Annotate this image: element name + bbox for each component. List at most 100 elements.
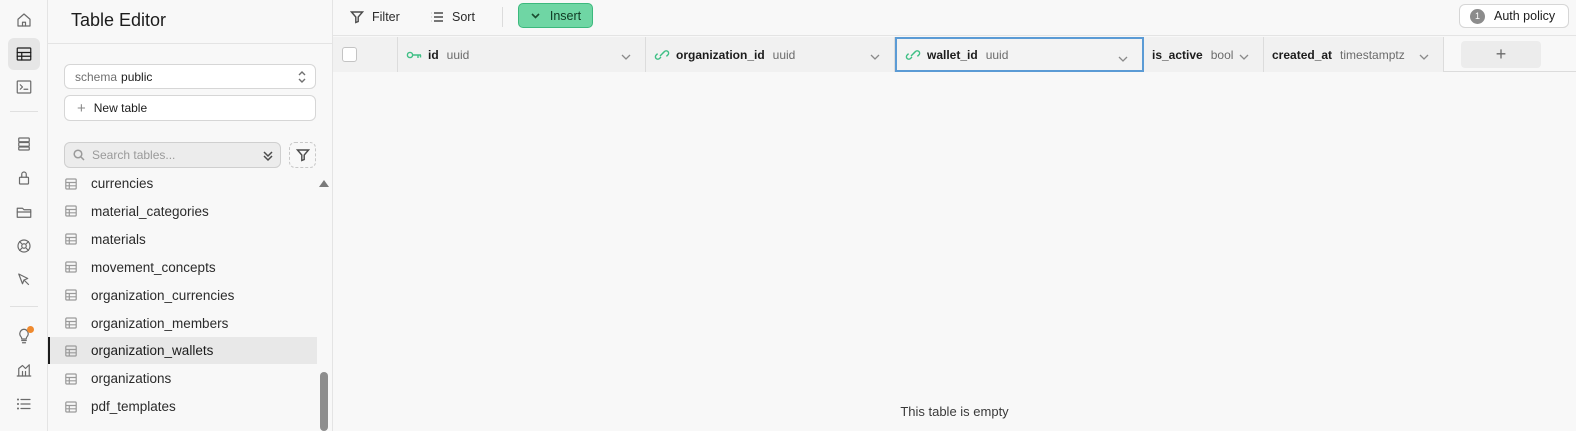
chevron-up-down-icon <box>296 70 308 84</box>
filter-icon <box>295 149 310 162</box>
plus-icon: + <box>77 99 86 117</box>
select-all-checkbox[interactable] <box>342 47 357 62</box>
schema-selector[interactable]: schema public <box>64 64 316 89</box>
rail-divider <box>10 111 38 112</box>
policy-count-badge: 1 <box>1470 8 1485 24</box>
table-icon <box>65 261 77 273</box>
auth-lock-icon[interactable] <box>8 162 40 194</box>
auth-policy-button[interactable]: 1 Auth policy <box>1459 4 1569 28</box>
sql-editor-icon[interactable] <box>8 71 40 103</box>
column-header-is-active[interactable]: is_active bool <box>1144 37 1264 72</box>
insert-label: Insert <box>549 8 582 23</box>
column-type: timestamptz <box>1340 47 1405 62</box>
column-name: id <box>428 47 439 62</box>
foreign-key-link-icon <box>905 48 921 62</box>
insert-button[interactable]: Insert <box>518 3 593 28</box>
schema-label: schema <box>75 69 118 84</box>
chevron-down-icon[interactable] <box>621 50 631 60</box>
home-icon[interactable] <box>8 4 40 36</box>
sidebar-table-item[interactable]: materials <box>48 226 317 253</box>
table-icon <box>65 205 77 217</box>
chevron-down-icon[interactable] <box>1419 50 1429 60</box>
chevron-down-icon[interactable] <box>1118 52 1128 62</box>
table-name: material_categories <box>91 203 209 219</box>
column-name: wallet_id <box>927 47 978 62</box>
sidebar-divider <box>48 43 332 44</box>
table-editor-sidebar: Table Editor schema public + New table S… <box>48 0 333 431</box>
storage-folder-icon[interactable] <box>8 196 40 228</box>
sidebar-table-item[interactable]: currencies <box>48 170 317 197</box>
table-name: materials <box>91 231 146 247</box>
scroll-up-arrow-icon[interactable] <box>319 180 329 187</box>
sort-lines-icon <box>431 12 443 22</box>
table-name: pdf_templates <box>91 399 176 415</box>
grid-toolbar: Filter Sort Insert 1 Auth policy <box>333 0 1576 36</box>
table-icon <box>65 233 77 245</box>
column-header-created-at[interactable]: created_at timestamptz <box>1264 37 1444 72</box>
chevrons-down-icon[interactable] <box>262 149 274 163</box>
column-type: uuid <box>772 47 796 62</box>
empty-table-message: This table is empty <box>900 404 1009 419</box>
search-tables-input[interactable]: Search tables... <box>64 142 281 168</box>
auth-policy-label: Auth policy <box>1494 9 1556 23</box>
select-all-cell <box>333 37 398 72</box>
sidebar-table-item[interactable]: pdf_templates <box>48 393 317 420</box>
table-icon <box>65 177 77 190</box>
sidebar-table-item[interactable]: material_categories <box>48 198 317 225</box>
table-list: currencies material_categories materials mo… <box>48 170 318 431</box>
sidebar-scrollbar[interactable] <box>320 372 328 431</box>
table-icon <box>65 317 77 329</box>
database-icon[interactable] <box>8 128 40 160</box>
chevron-down-icon <box>531 13 540 19</box>
sort-button[interactable]: Sort <box>430 6 475 28</box>
column-type: bool <box>1210 47 1234 62</box>
grid-header-row: id uuid organization_id uuid wallet_id u… <box>333 37 1576 72</box>
table-name: organization_wallets <box>91 343 214 359</box>
table-icon <box>65 373 77 385</box>
chevron-down-icon[interactable] <box>870 50 880 60</box>
filter-button[interactable]: Filter <box>350 6 400 28</box>
add-column-button[interactable]: + <box>1461 41 1541 68</box>
table-name: currencies <box>91 176 154 191</box>
filter-icon <box>350 11 364 24</box>
sidebar-table-item[interactable]: organization_wallets <box>48 337 317 365</box>
sidebar-table-item[interactable]: organization_members <box>48 310 317 337</box>
chevron-down-icon[interactable] <box>1239 50 1249 60</box>
toolbar-divider <box>502 7 503 27</box>
table-editor-icon[interactable] <box>8 38 40 70</box>
foreign-key-link-icon <box>654 48 670 62</box>
primary-key-icon <box>406 48 422 62</box>
sort-label: Sort <box>452 10 475 24</box>
column-header-id[interactable]: id uuid <box>398 37 646 72</box>
search-placeholder: Search tables... <box>92 148 176 162</box>
sidebar-title: Table Editor <box>71 10 167 30</box>
realtime-icon[interactable] <box>8 230 40 262</box>
nav-rail <box>0 0 48 431</box>
table-icon <box>65 345 77 357</box>
logs-list-icon[interactable] <box>8 388 40 420</box>
column-name: organization_id <box>676 47 765 62</box>
table-name: movement_concepts <box>91 259 216 275</box>
schema-value: public <box>121 69 153 84</box>
column-type: uuid <box>446 47 470 62</box>
edge-functions-cursor-icon[interactable] <box>8 264 40 296</box>
sidebar-table-item[interactable]: organizations <box>48 365 317 392</box>
new-table-button[interactable]: + New table <box>64 95 316 121</box>
new-table-label: New table <box>93 101 148 115</box>
reports-chart-icon[interactable] <box>8 354 40 386</box>
column-name: is_active <box>1152 47 1203 62</box>
table-name: organization_members <box>91 315 229 331</box>
column-name: created_at <box>1272 47 1333 62</box>
filter-label: Filter <box>372 10 400 24</box>
advisor-lightbulb-icon[interactable] <box>8 320 40 352</box>
rail-divider <box>10 306 38 307</box>
filter-tables-button[interactable] <box>289 142 316 168</box>
grid-area: Filter Sort Insert 1 Auth policy id uuid <box>333 0 1576 431</box>
table-icon <box>65 401 77 413</box>
sidebar-table-item[interactable]: organization_currencies <box>48 282 317 309</box>
column-header-organization-id[interactable]: organization_id uuid <box>646 37 895 72</box>
column-header-wallet-id[interactable]: wallet_id uuid <box>895 37 1144 72</box>
notification-dot <box>27 326 34 333</box>
sidebar-table-item[interactable]: movement_concepts <box>48 254 317 281</box>
column-type: uuid <box>985 47 1009 62</box>
